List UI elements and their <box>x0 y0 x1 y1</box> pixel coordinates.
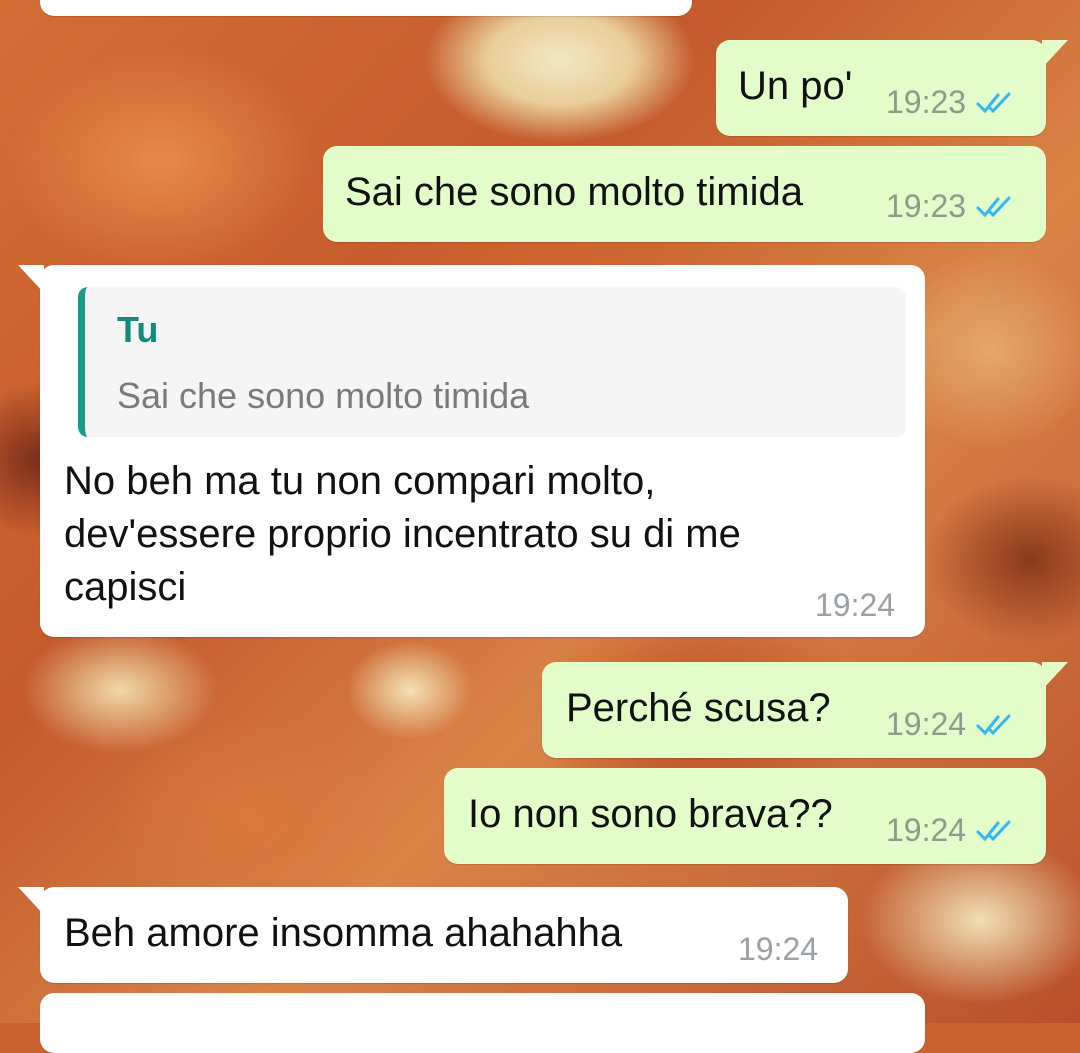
double-check-icon <box>976 196 1011 217</box>
double-check-icon <box>976 92 1011 113</box>
message-bubble-outgoing[interactable]: Sai che sono molto timida 19:23 <box>323 146 1046 242</box>
message-bubble-partial-top[interactable] <box>40 0 692 16</box>
message-meta: 19:24 <box>815 587 895 624</box>
message-text: Un po' <box>738 64 853 108</box>
message-text: Perché scusa? <box>566 686 831 730</box>
message-time: 19:24 <box>886 706 967 742</box>
message-meta: 19:24 <box>738 931 818 968</box>
quoted-message-text: Sai che sono molto timida <box>117 375 530 416</box>
quoted-message[interactable]: Tu Sai che sono molto timida <box>78 287 906 437</box>
message-text: Io non sono brava?? <box>468 792 833 836</box>
message-meta: 19:24 <box>886 706 1014 743</box>
message-bubble-partial-bottom[interactable] <box>40 993 925 1053</box>
message-meta: 19:23 <box>886 84 1014 121</box>
double-check-icon <box>976 714 1011 735</box>
message-text: Sai che sono molto timida <box>345 170 804 214</box>
message-bubble-outgoing[interactable]: Un po' 19:23 <box>716 40 1068 136</box>
message-time: 19:24 <box>738 931 819 967</box>
message-bubble-incoming[interactable]: Beh amore insomma ahahahha 19:24 <box>18 887 848 983</box>
message-text: No beh ma tu non compari molto, dev'esse… <box>64 459 741 609</box>
message-time: 19:24 <box>886 812 967 848</box>
message-time: 19:24 <box>815 587 896 623</box>
quoted-message-author: Tu <box>117 309 159 350</box>
message-bubble-outgoing[interactable]: Perché scusa? 19:24 <box>542 662 1068 758</box>
double-check-icon <box>976 820 1011 841</box>
message-time: 19:23 <box>886 84 967 120</box>
message-bubble-incoming[interactable]: Tu Sai che sono molto timida No beh ma t… <box>18 265 925 637</box>
message-text: Beh amore insomma ahahahha <box>64 911 623 955</box>
message-bubble-outgoing[interactable]: Io non sono brava?? 19:24 <box>444 768 1046 864</box>
message-meta: 19:23 <box>886 188 1014 225</box>
message-time: 19:23 <box>886 188 967 224</box>
message-meta: 19:24 <box>886 812 1014 849</box>
